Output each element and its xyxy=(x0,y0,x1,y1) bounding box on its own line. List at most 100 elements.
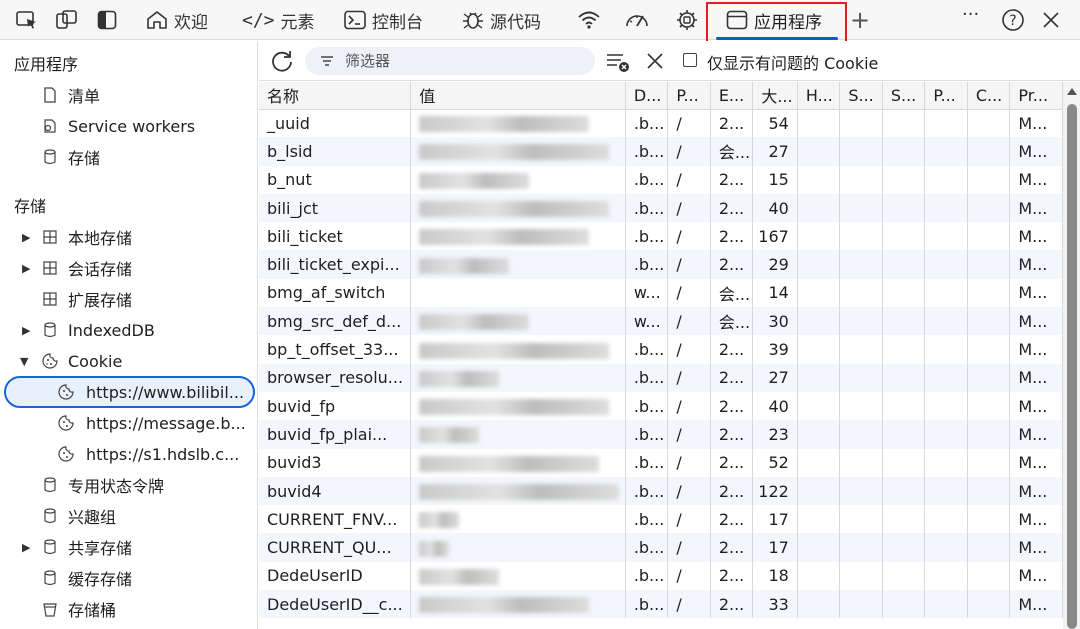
table-row[interactable]: bili_jct .b.../2... 40 M... xyxy=(259,193,1063,223)
cell-samesite xyxy=(882,278,926,308)
sidebar-item-indexeddb[interactable]: ▶ IndexedDB xyxy=(0,316,258,344)
column-header-priority[interactable]: Pr... xyxy=(1009,82,1063,110)
table-row[interactable]: buvid_fp_plai... .b.../2... 23 M... xyxy=(259,420,1063,449)
table-row[interactable]: bili_ticket .b.../2... 167 M... xyxy=(259,222,1063,251)
cell-secure xyxy=(839,420,883,449)
sidebar-cookie-site-bilibili[interactable]: https://www.bilibil... xyxy=(0,378,258,406)
table-row[interactable]: b_lsid .b... / 会... 27 M... xyxy=(259,137,1063,166)
table-row[interactable]: buvid4 .b.../2... 122 M... xyxy=(259,476,1063,506)
table-row[interactable]: bmg_af_switch w... / 会... 14 M... xyxy=(259,278,1063,308)
cylinder-icon xyxy=(42,570,58,586)
tab-console[interactable]: 控制台 xyxy=(344,0,423,40)
cell-partition-key xyxy=(924,137,968,166)
column-header-domain[interactable]: D... xyxy=(625,82,669,110)
scroll-up-arrow-icon[interactable] xyxy=(1067,88,1077,95)
table-row[interactable]: _uuid .b.../2... 54 M... xyxy=(259,109,1063,138)
sidebar-item-cache-storage[interactable]: 缓存存储 xyxy=(0,564,258,592)
cell-size: 40 xyxy=(752,391,798,421)
column-header-name[interactable]: 名称 xyxy=(259,82,412,110)
cell-path: / xyxy=(667,307,711,336)
add-tab-button[interactable]: + xyxy=(850,0,870,40)
sidebar-item-session-storage[interactable]: ▶ 会话存储 xyxy=(0,254,258,282)
column-header-cross-site[interactable]: C... xyxy=(967,82,1011,110)
expand-arrow-icon[interactable]: ▶ xyxy=(22,231,34,244)
sidebar-item-service-workers[interactable]: Service workers xyxy=(0,112,258,140)
cell-cross-site xyxy=(967,250,1011,279)
table-row[interactable]: bmg_src_def_d... w... / 会... 30 M... xyxy=(259,307,1063,336)
table-row[interactable]: CURRENT_FNV... .b.../2... 17 M... xyxy=(259,505,1063,534)
refresh-icon[interactable] xyxy=(269,49,295,73)
cell-value xyxy=(410,420,626,449)
column-header-httponly[interactable]: H... xyxy=(797,82,841,110)
expand-arrow-icon[interactable]: ▶ xyxy=(22,262,34,275)
cell-samesite xyxy=(882,222,926,251)
cell-name: CURRENT_FNV... xyxy=(259,505,412,534)
expand-arrow-icon[interactable]: ▶ xyxy=(22,541,34,554)
table-scrollbar[interactable] xyxy=(1063,82,1080,629)
cell-samesite xyxy=(882,420,926,449)
cell-priority: M... xyxy=(1009,193,1063,223)
cell-path: / xyxy=(667,250,711,279)
table-row[interactable]: b_nut .b.../2... 15 M... xyxy=(259,165,1063,194)
sidebar-cookie-site-hdslb[interactable]: https://s1.hdslb.c... xyxy=(0,440,258,468)
tab-application[interactable]: 应用程序 xyxy=(726,0,822,40)
column-header-value[interactable]: 值 xyxy=(410,82,626,110)
sidebar-item-shared-storage[interactable]: ▶ 共享存储 xyxy=(0,533,258,561)
dock-side-icon[interactable] xyxy=(94,8,120,32)
cell-samesite xyxy=(882,533,926,562)
cell-cross-site xyxy=(967,590,1011,619)
table-row[interactable]: browser_resolu... .b.../2... 27 M... xyxy=(259,363,1063,392)
sidebar-item-manifest[interactable]: 清单 xyxy=(0,81,258,109)
performance-gauge-icon[interactable] xyxy=(624,8,650,32)
column-header-path[interactable]: P... xyxy=(667,82,711,110)
wifi-icon[interactable] xyxy=(576,8,602,32)
gear-chip-icon[interactable] xyxy=(674,8,700,32)
table-row[interactable]: bp_t_offset_33... .b.../2... 39 M... xyxy=(259,335,1063,364)
cell-partition-key xyxy=(924,363,968,392)
only-issues-checkbox[interactable] xyxy=(683,53,697,67)
table-row[interactable]: bili_ticket_expi... .b.../2... 29 M... xyxy=(259,250,1063,279)
redacted-value-blur xyxy=(419,370,500,387)
column-header-samesite[interactable]: S... xyxy=(882,82,926,110)
expand-arrow-icon[interactable]: ▶ xyxy=(22,324,34,337)
sidebar-item-private-state-tokens[interactable]: 专用状态令牌 xyxy=(0,471,258,499)
sidebar-item-storage-buckets[interactable]: 存储桶 xyxy=(0,595,258,623)
cell-priority: M... xyxy=(1009,505,1063,534)
delete-selected-icon[interactable] xyxy=(645,51,665,71)
column-header-size[interactable]: 大... xyxy=(752,82,798,110)
gear-icon xyxy=(42,118,58,134)
filter-box[interactable] xyxy=(305,47,595,75)
column-header-expires[interactable]: E... xyxy=(710,82,754,110)
tab-welcome[interactable]: 欢迎 xyxy=(146,0,208,40)
sidebar-item-storage-overview[interactable]: 存储 xyxy=(0,143,258,171)
cell-value xyxy=(410,250,626,279)
home-icon xyxy=(146,10,168,30)
tab-sources[interactable]: 源代码 xyxy=(462,0,541,40)
scrollbar-thumb[interactable] xyxy=(1067,104,1077,629)
sidebar-item-local-storage[interactable]: ▶ 本地存储 xyxy=(0,223,258,251)
column-header-partition-key[interactable]: P... xyxy=(924,82,968,110)
cell-cross-site xyxy=(967,222,1011,251)
tab-label: 应用程序 xyxy=(754,12,822,33)
table-row[interactable]: buvid3 .b.../2... 52 M... xyxy=(259,448,1063,477)
tab-elements[interactable]: </> 元素 xyxy=(242,0,315,40)
table-row[interactable]: DedeUserID .b.../2... 18 M... xyxy=(259,561,1063,591)
inspect-element-icon[interactable] xyxy=(14,8,40,32)
close-icon[interactable] xyxy=(1038,8,1064,32)
cell-size: 122 xyxy=(752,476,798,506)
sidebar-item-interest-groups[interactable]: 兴趣组 xyxy=(0,502,258,530)
column-header-secure[interactable]: S... xyxy=(839,82,883,110)
clear-all-cookies-icon[interactable] xyxy=(605,51,631,73)
device-emulation-icon[interactable] xyxy=(54,8,80,32)
collapse-arrow-icon[interactable]: ▼ xyxy=(20,355,32,368)
sidebar-item-extension-storage[interactable]: 扩展存储 xyxy=(0,285,258,313)
bucket-icon xyxy=(42,601,58,617)
table-row[interactable]: DedeUserID__c... .b.../2... 33 M... xyxy=(259,590,1063,619)
table-row[interactable]: buvid_fp .b.../2... 40 M... xyxy=(259,391,1063,421)
more-tools-button[interactable]: ··· xyxy=(962,0,979,34)
sidebar-cookie-site-message[interactable]: https://message.b... xyxy=(0,409,258,437)
table-row[interactable]: CURRENT_QU... .b.../2... 17 M... xyxy=(259,533,1063,562)
filter-input[interactable] xyxy=(345,50,585,72)
help-icon[interactable]: ? xyxy=(1000,8,1026,32)
sidebar-item-cookie[interactable]: ▼ Cookie xyxy=(0,347,258,375)
